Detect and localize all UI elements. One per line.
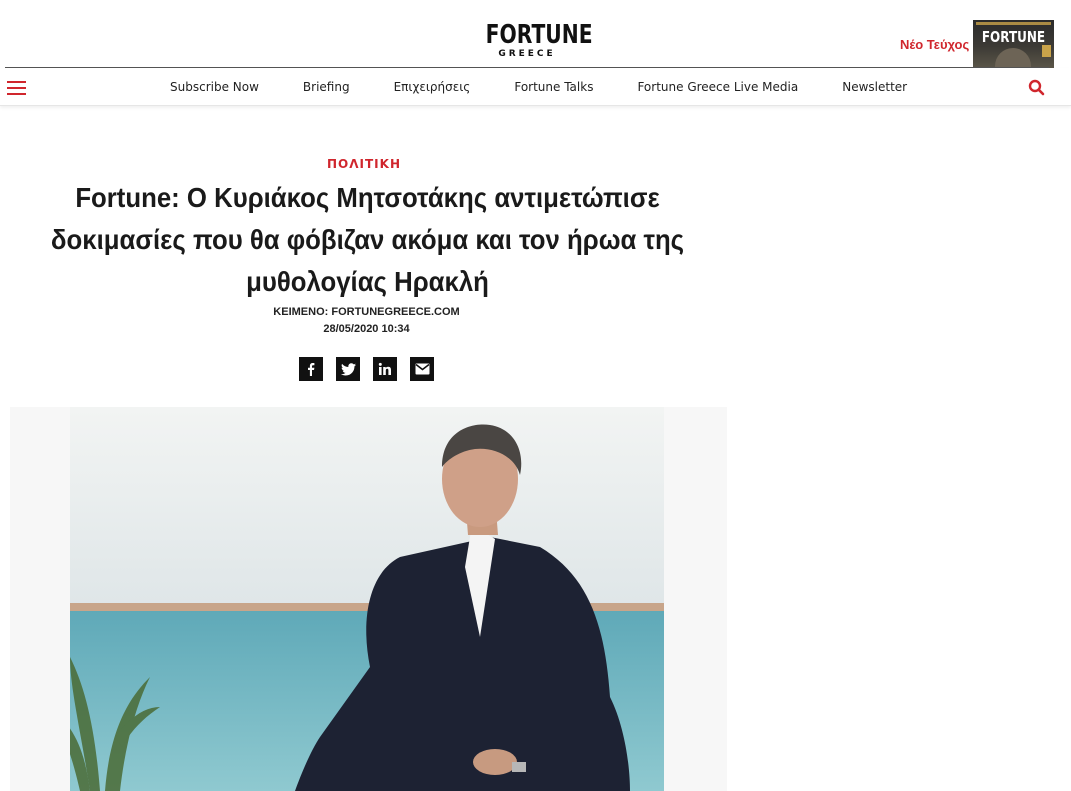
facebook-icon[interactable] — [299, 357, 323, 381]
hamburger-menu-icon[interactable] — [7, 81, 26, 95]
article-date: 28/05/2020 10:34 — [323, 323, 410, 335]
new-issue-label[interactable]: Νέο Τεύχος — [900, 37, 969, 52]
new-issue-promo[interactable]: Νέο Τεύχος FORTUNE — [900, 20, 1055, 68]
magazine-cover-thumbnail[interactable]: FORTUNE — [973, 20, 1055, 68]
logo-subtitle: GREECE — [498, 49, 556, 59]
email-icon[interactable] — [410, 357, 434, 381]
twitter-icon[interactable] — [336, 357, 360, 381]
logo-wordmark: FORTUNE — [485, 20, 593, 50]
nav-item-briefing[interactable]: Briefing — [281, 80, 372, 94]
nav-item-live-media[interactable]: Fortune Greece Live Media — [615, 80, 820, 94]
cover-portrait — [995, 48, 1032, 68]
cover-title: FORTUNE — [982, 28, 1046, 46]
site-logo[interactable]: FORTUNE GREECE — [474, 20, 593, 59]
cover-badge — [1042, 45, 1052, 57]
nav-item-subscribe-now[interactable]: Subscribe Now — [148, 80, 281, 94]
nav-menu: Subscribe Now Briefing Επιχειρήσεις Fort… — [148, 68, 929, 106]
article-photo — [70, 407, 664, 791]
article-headline: Fortune: Ο Κυριάκος Μητσοτάκης αντιμετώπ… — [48, 177, 687, 303]
site-header: FORTUNE GREECE Νέο Τεύχος FORTUNE — [0, 0, 1071, 68]
nav-item-business[interactable]: Επιχειρήσεις — [372, 80, 493, 94]
article-image-container — [10, 407, 727, 791]
nav-item-fortune-talks[interactable]: Fortune Talks — [492, 80, 615, 94]
photo-illustration — [70, 407, 664, 791]
nav-item-newsletter[interactable]: Newsletter — [820, 80, 929, 94]
article-author: ΚΕΙΜΕΝΟ: FORTUNEGREECE.COM — [273, 306, 460, 318]
cover-strip — [976, 22, 1052, 25]
headline-line: δοκιμασίες που θα φόβιζαν ακόμα και τον … — [50, 224, 685, 255]
headline-line: μυθολογίας Ηρακλή — [246, 266, 489, 297]
article-category[interactable]: ΠΟΛΙΤΙΚΗ — [0, 157, 728, 171]
share-bar — [299, 357, 434, 381]
main-navigation: Subscribe Now Briefing Επιχειρήσεις Fort… — [0, 68, 1071, 106]
headline-line: Fortune: Ο Κυριάκος Μητσοτάκης αντιμετώπ… — [75, 182, 660, 213]
linkedin-icon[interactable] — [373, 357, 397, 381]
search-icon[interactable] — [1028, 79, 1046, 97]
